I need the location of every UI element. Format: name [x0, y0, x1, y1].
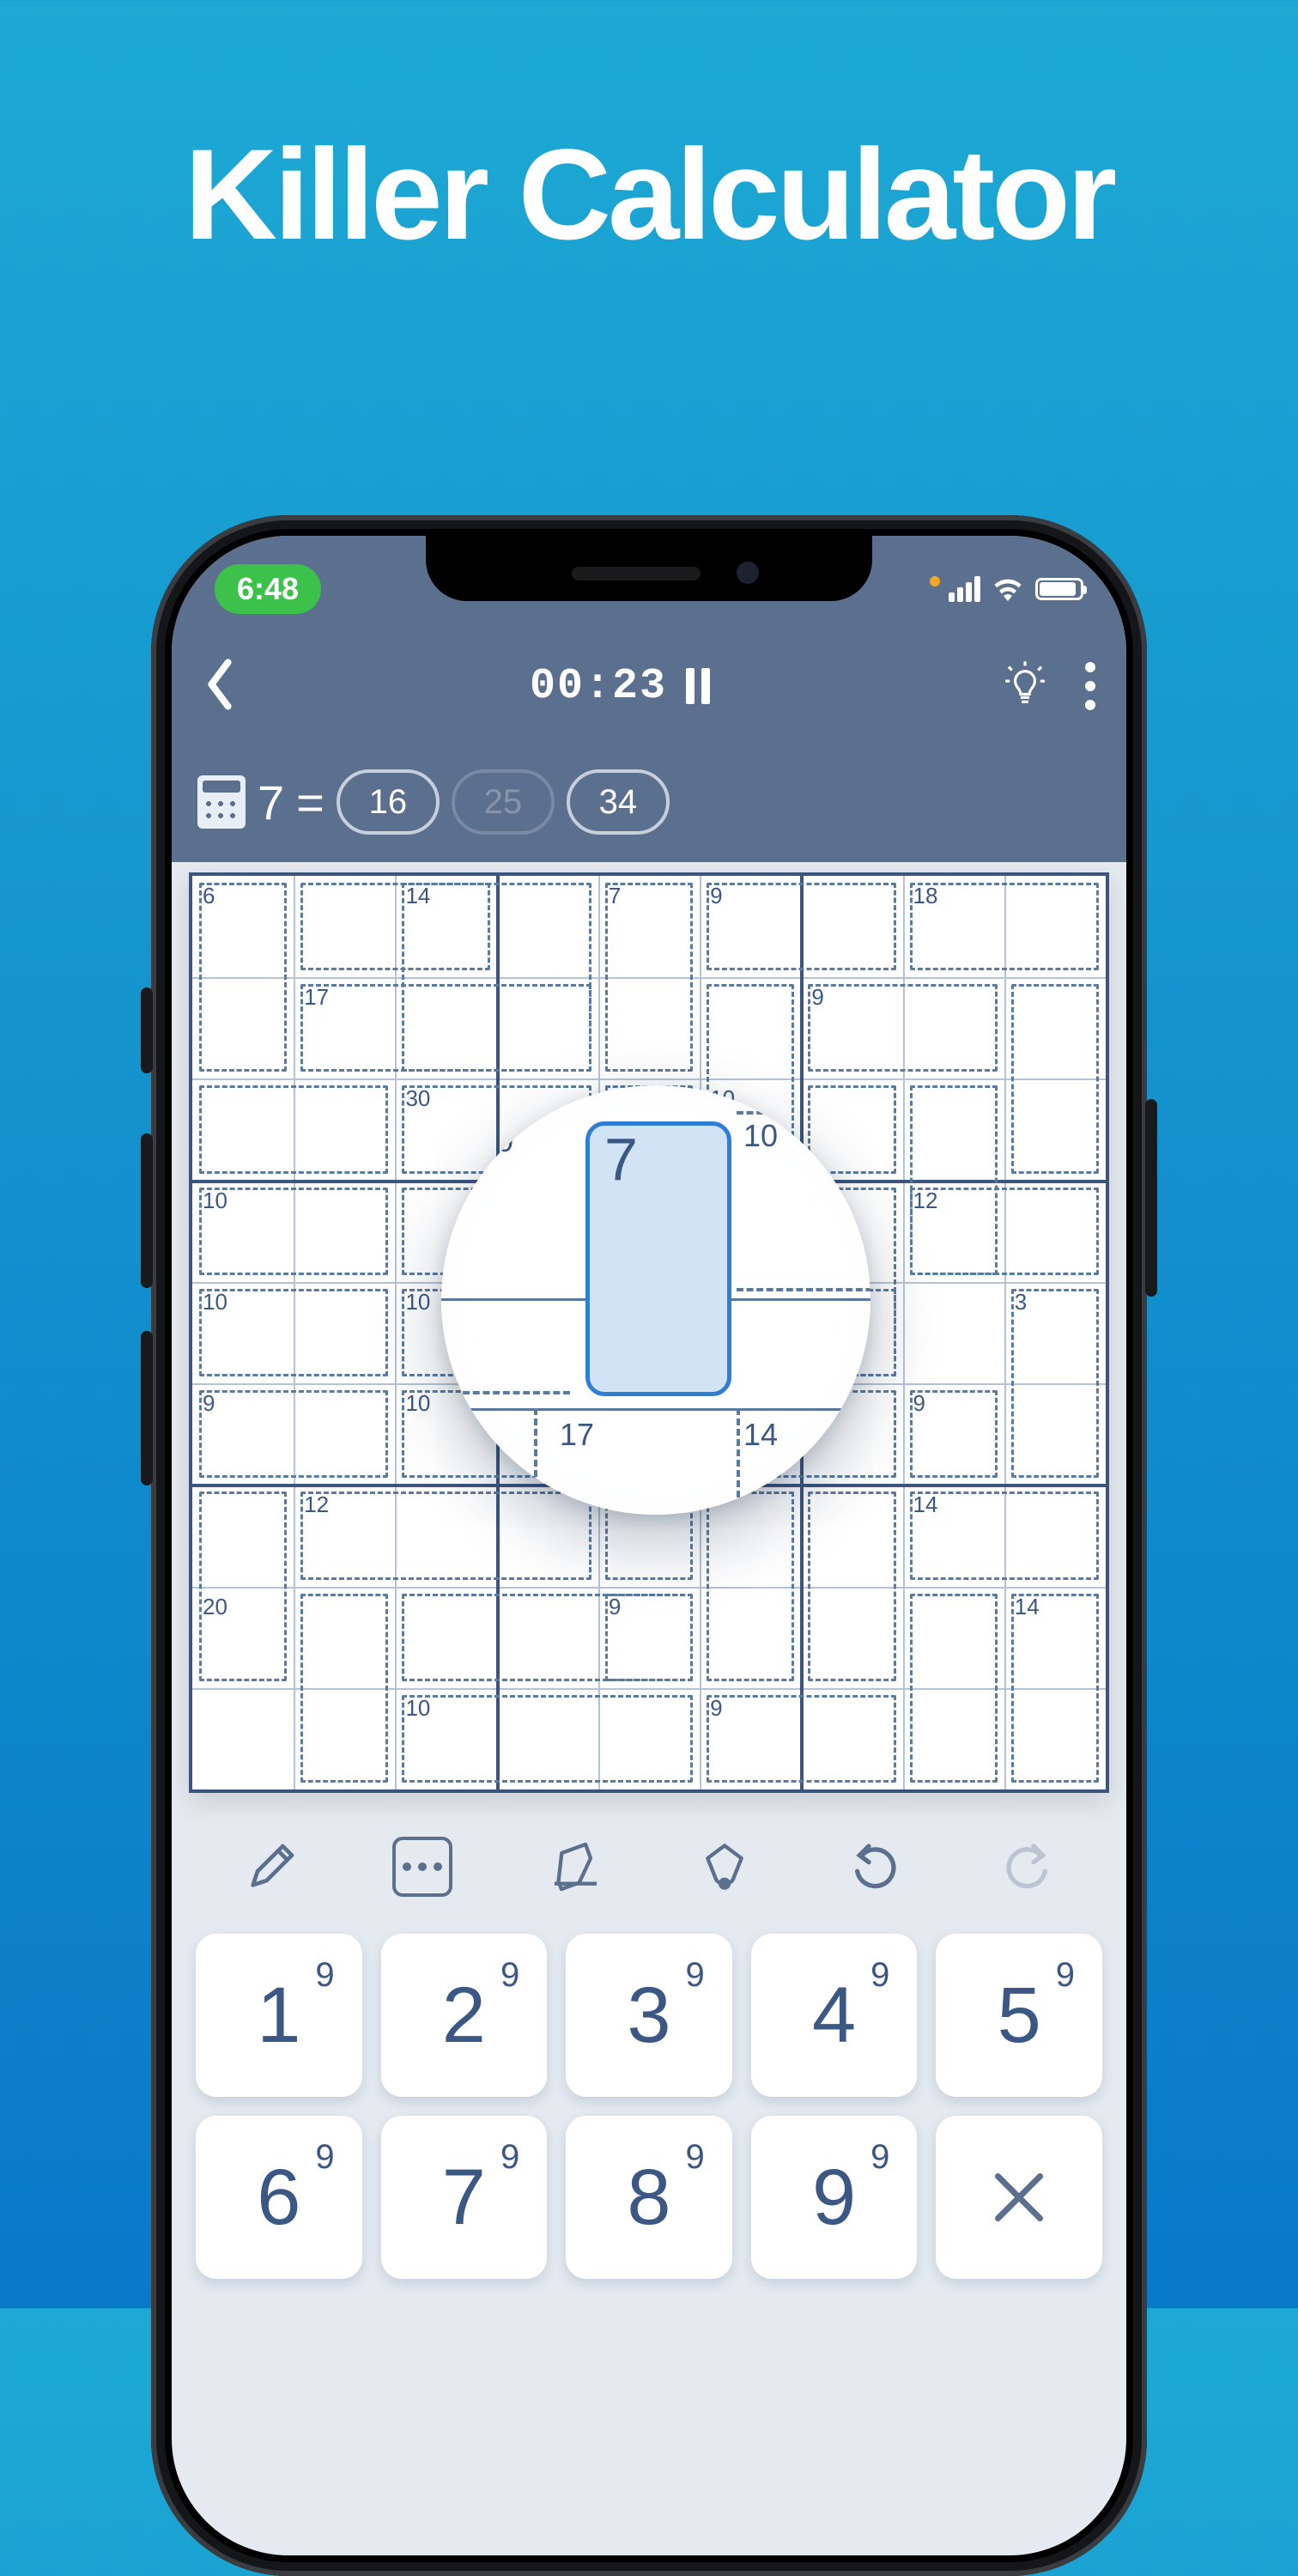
- key-9[interactable]: 99: [751, 2116, 918, 2279]
- cage-label: 10: [405, 1695, 430, 1722]
- combo-option-1[interactable]: 16: [337, 769, 440, 835]
- cage-label: 12: [304, 1492, 329, 1518]
- key-1[interactable]: 19: [196, 1934, 362, 2097]
- key-remaining: 9: [686, 2138, 705, 2177]
- notes-button[interactable]: [379, 1836, 465, 1898]
- cage-label: 10: [405, 1289, 430, 1315]
- cage-label: 6: [203, 883, 215, 909]
- cellular-icon: [949, 576, 980, 602]
- combo-option-3[interactable]: 34: [567, 769, 670, 835]
- eraser-button[interactable]: [531, 1836, 616, 1898]
- phone-frame: 6:48 00:23: [151, 515, 1147, 2576]
- number-keypad: 192939495969798999: [172, 1922, 1126, 2279]
- combo-option-2[interactable]: 25: [452, 769, 555, 835]
- key-5[interactable]: 59: [936, 1934, 1102, 2097]
- cage-label: 9: [811, 984, 823, 1011]
- key-remaining: 9: [870, 2138, 889, 2177]
- undo-button[interactable]: [833, 1836, 919, 1898]
- mute-switch: [141, 987, 153, 1073]
- back-button[interactable]: [203, 657, 237, 716]
- calculator-bar: 7 = 16 25 34: [172, 742, 1126, 862]
- battery-icon: [1035, 578, 1083, 600]
- cage-label: 14: [913, 1492, 938, 1518]
- status-time-pill: 6:48: [215, 564, 321, 614]
- sudoku-board[interactable]: 7 30 10 17 14 6 14 7 9 18 17 9 30 7 10 10 12 10 10 17 1…: [189, 872, 1109, 1793]
- key-remaining: 9: [315, 1956, 334, 1995]
- key-4[interactable]: 49: [751, 1934, 918, 2097]
- key-8[interactable]: 89: [566, 2116, 732, 2279]
- equals-sign: =: [296, 775, 324, 830]
- key-7[interactable]: 79: [381, 2116, 548, 2279]
- status-indicators: [930, 576, 1083, 602]
- mag-label-left: 30: [479, 1123, 513, 1159]
- redo-button[interactable]: [984, 1836, 1070, 1898]
- calculator-cage-value: 7: [258, 775, 284, 830]
- pause-button[interactable]: [686, 668, 710, 704]
- hero-title: Killer Calculator: [0, 120, 1298, 269]
- cage-label: 9: [203, 1390, 215, 1417]
- key-3[interactable]: 39: [566, 1934, 732, 2097]
- key-2[interactable]: 29: [381, 1934, 548, 2097]
- key-clear[interactable]: [936, 2116, 1102, 2279]
- key-remaining: 9: [870, 1956, 889, 1995]
- app-header: 00:23: [172, 630, 1126, 742]
- key-remaining: 9: [1056, 1956, 1075, 1995]
- recording-dot-icon: [930, 576, 940, 586]
- tool-row: [172, 1793, 1126, 1922]
- volume-down: [141, 1331, 153, 1485]
- menu-button[interactable]: [1085, 662, 1095, 710]
- mag-label-bl: 17: [560, 1417, 594, 1453]
- cage-label: 9: [609, 1594, 621, 1620]
- cage-label: 10: [203, 1289, 227, 1315]
- power-button: [1145, 1099, 1157, 1297]
- cage-label: 30: [405, 1085, 430, 1112]
- magnifier: 7 30 10 17 14: [441, 1085, 870, 1515]
- magnified-value: 7: [604, 1125, 638, 1194]
- cage-label: 14: [405, 883, 430, 909]
- key-remaining: 9: [686, 1956, 705, 1995]
- screen: 6:48 00:23: [172, 536, 1126, 2555]
- cage-label: 18: [913, 883, 938, 909]
- cage-label: 12: [913, 1188, 938, 1214]
- notch: [426, 536, 872, 601]
- mag-label-br: 14: [743, 1417, 778, 1453]
- palette-eraser-button[interactable]: [682, 1836, 767, 1898]
- cage-label: 9: [913, 1390, 925, 1417]
- pencil-button[interactable]: [228, 1836, 314, 1898]
- key-remaining: 9: [315, 2138, 334, 2177]
- cage-label: 10: [203, 1188, 227, 1214]
- cage-label: 17: [304, 984, 329, 1011]
- cage-label: 14: [1015, 1594, 1040, 1620]
- key-remaining: 9: [500, 2138, 519, 2177]
- cage-label: 9: [710, 883, 722, 909]
- cage-label: 3: [1015, 1289, 1027, 1315]
- key-6[interactable]: 69: [196, 2116, 362, 2279]
- board-area: 7 30 10 17 14 6 14 7 9 18 17 9 30 7 10 10 12 10 10 17 1…: [172, 862, 1126, 1793]
- calculator-icon[interactable]: [197, 775, 246, 829]
- hint-button[interactable]: [1003, 660, 1047, 713]
- key-remaining: 9: [500, 1956, 519, 1995]
- timer-value: 00:23: [530, 662, 667, 711]
- volume-up: [141, 1133, 153, 1288]
- cage-label: 20: [203, 1594, 227, 1620]
- timer: 00:23: [530, 662, 710, 711]
- cage-label: 10: [405, 1390, 430, 1417]
- cage-label: 7: [609, 883, 621, 909]
- cage-label: 9: [710, 1695, 722, 1722]
- wifi-icon: [992, 577, 1023, 601]
- mag-label-right: 10: [743, 1118, 778, 1154]
